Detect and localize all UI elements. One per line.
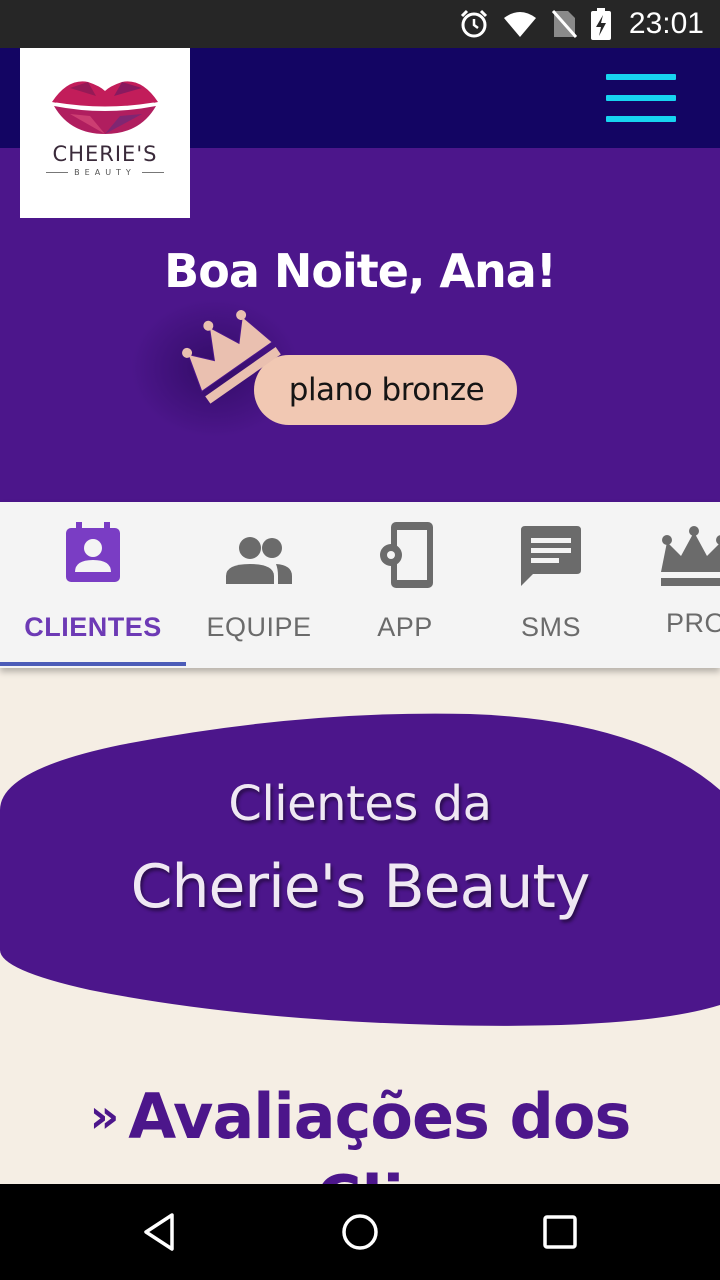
active-tab-indicator [0, 662, 186, 666]
wifi-icon [503, 12, 536, 37]
hamburger-menu-icon[interactable] [606, 74, 676, 122]
plan-badge[interactable]: plano bronze [254, 355, 517, 425]
tab-label: APP [377, 612, 433, 642]
home-icon[interactable] [340, 1212, 380, 1252]
no-sim-icon [551, 10, 577, 38]
tab-app[interactable]: APP [332, 502, 478, 668]
crown-icon [661, 526, 720, 586]
logo-name: CHERIE'S [52, 142, 158, 166]
team-icon [226, 537, 292, 584]
back-icon[interactable] [140, 1212, 180, 1252]
status-time: 23:01 [628, 7, 704, 40]
greeting-text: Boa Noite, Ana! [164, 244, 557, 298]
message-icon [521, 526, 581, 586]
tab-label: PRO [666, 608, 720, 638]
alarm-icon [460, 9, 487, 38]
recents-icon[interactable] [540, 1212, 580, 1252]
tab-bar: CLIENTES EQUIPE APP SMS PRO [0, 502, 720, 668]
brand-logo[interactable]: CHERIE'S BEAUTY [20, 48, 190, 218]
section-title-line1: Clientes da [228, 776, 492, 832]
tab-label: SMS [520, 612, 581, 642]
phone-settings-icon [380, 522, 433, 588]
crown-icon [182, 310, 281, 404]
tab-sms[interactable]: SMS [478, 502, 624, 668]
logo-sub-text: BEAUTY [74, 168, 136, 177]
tab-pro[interactable]: PRO [624, 502, 720, 668]
tab-clientes[interactable]: CLIENTES [0, 502, 186, 668]
reviews-heading[interactable]: » Avaliações dos [0, 1080, 720, 1153]
tab-label: CLIENTES [24, 612, 162, 642]
tab-equipe[interactable]: EQUIPE [186, 502, 332, 668]
section-title-line2: Cherie's Beauty [130, 852, 591, 922]
lips-logo-icon [52, 81, 158, 134]
client-card-icon [66, 522, 120, 582]
plan-label: plano bronze [288, 372, 485, 408]
reviews-heading-text: Avaliações dos [128, 1080, 631, 1153]
battery-charging-icon [590, 8, 611, 40]
system-nav-bar [0, 1184, 720, 1280]
tab-label: EQUIPE [206, 612, 312, 642]
chevron-right-icon: » [89, 1089, 120, 1143]
logo-sub: BEAUTY [46, 168, 164, 177]
status-bar: 23:01 [0, 0, 720, 48]
